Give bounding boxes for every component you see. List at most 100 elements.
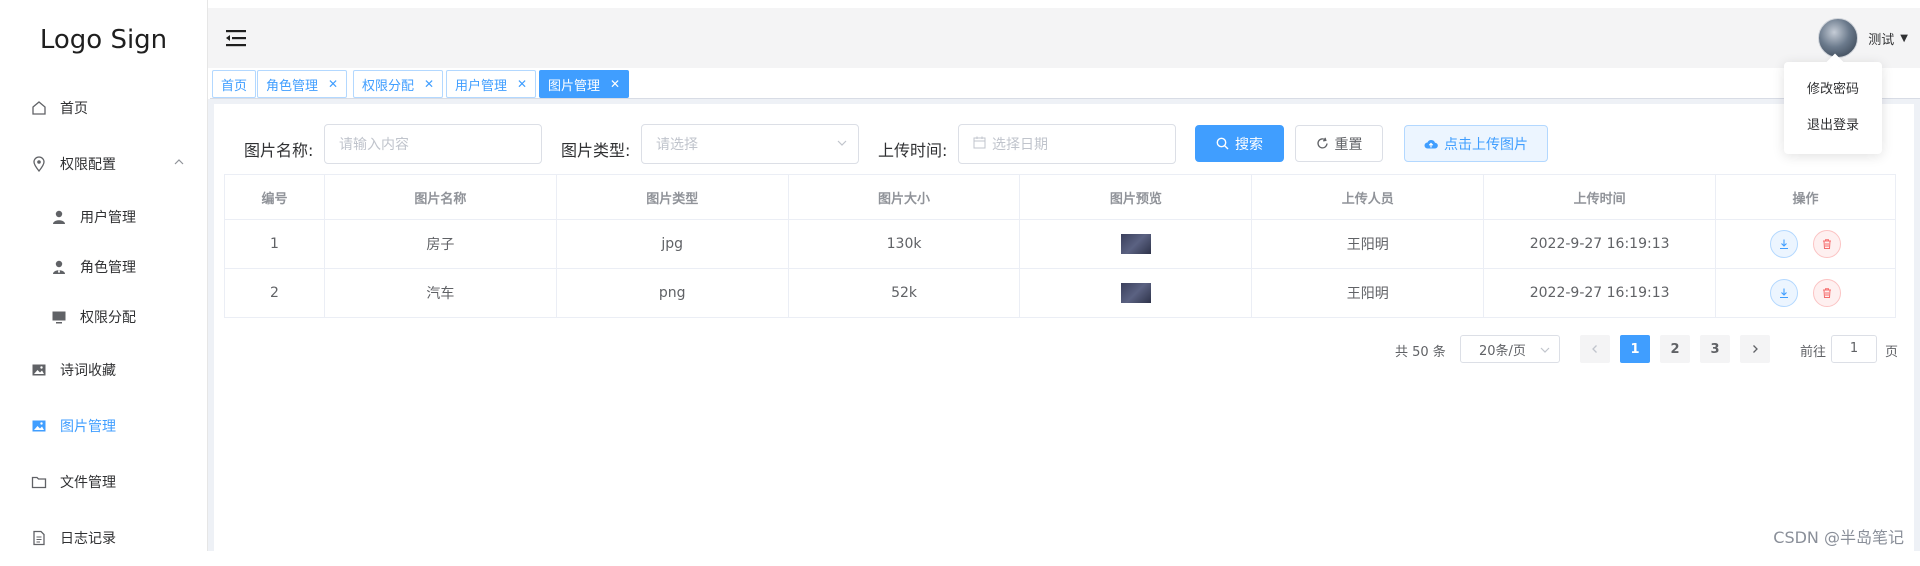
image-name-input[interactable]: 请输入内容 xyxy=(324,124,542,164)
tag-home[interactable]: 首页 xyxy=(212,70,257,98)
upload-time-label: 上传时间: xyxy=(878,141,948,160)
column-header: 图片类型 xyxy=(555,174,789,220)
sidebar-item-permission-config[interactable]: 权限配置 xyxy=(0,136,207,192)
table-row: 1 房子 jpg 130k 王阳明 2022-9-27 16:19:13 xyxy=(224,219,1896,269)
close-icon[interactable]: ✕ xyxy=(424,77,434,91)
cell-type: png xyxy=(555,268,789,318)
watermark: CSDN @半岛笔记 xyxy=(1773,528,1904,547)
date-picker[interactable]: 选择日期 xyxy=(958,124,1176,164)
user-menu[interactable]: 测试 ▼ xyxy=(1818,18,1908,58)
sidebar-item-logs[interactable]: 日志记录 xyxy=(0,510,207,566)
menu-toggle-icon[interactable] xyxy=(226,28,248,48)
tag-label: 图片管理 xyxy=(548,78,601,94)
logout-item[interactable]: 退出登录 xyxy=(1784,108,1882,144)
chevron-left-icon xyxy=(1592,345,1597,353)
trash-icon xyxy=(1822,288,1831,298)
image-type-select[interactable]: 请选择 xyxy=(641,124,859,164)
table-header-row: 编号 图片名称 图片类型 图片大小 图片预览 上传人员 上传时间 操作 xyxy=(224,174,1896,220)
page-button-2[interactable]: 2 xyxy=(1660,335,1690,363)
search-button[interactable]: 搜索 xyxy=(1195,125,1284,162)
search-icon xyxy=(1216,137,1229,150)
image-type-label: 图片类型: xyxy=(561,141,631,160)
top-header: 测试 ▼ xyxy=(208,8,1920,68)
column-header: 上传人员 xyxy=(1251,174,1485,220)
page-button-1[interactable]: 1 xyxy=(1620,335,1650,363)
column-header: 编号 xyxy=(224,174,325,220)
prev-page-button[interactable] xyxy=(1580,335,1610,363)
page-size-select[interactable]: 20条/页 xyxy=(1460,335,1560,363)
picture-icon xyxy=(30,417,48,435)
sidebar-item-images[interactable]: 图片管理 xyxy=(0,398,207,454)
reset-button[interactable]: 重置 xyxy=(1295,125,1383,162)
sidebar-item-poems[interactable]: 诗词收藏 xyxy=(0,342,207,398)
download-button[interactable] xyxy=(1770,279,1799,307)
download-icon xyxy=(1780,288,1789,299)
placeholder: 选择日期 xyxy=(992,137,1048,153)
close-icon[interactable]: ✕ xyxy=(517,77,527,91)
sidebar-item-roles[interactable]: 角色管理 xyxy=(0,242,207,292)
logo: Logo Sign xyxy=(39,25,168,55)
tag-permissions[interactable]: 权限分配 ✕ xyxy=(353,70,444,98)
cloud-upload-icon xyxy=(1424,138,1438,150)
upload-button-label: 点击上传图片 xyxy=(1444,136,1528,153)
page-size-value: 20条/页 xyxy=(1479,343,1526,359)
image-thumbnail[interactable] xyxy=(1120,234,1151,254)
cell-id: 2 xyxy=(224,268,325,318)
tag-users[interactable]: 用户管理 ✕ xyxy=(446,70,537,98)
goto-label: 前往 xyxy=(1800,345,1827,360)
location-icon xyxy=(30,155,48,173)
tag-label: 权限分配 xyxy=(362,78,415,94)
sidebar: Logo Sign 首页 权限配置 用户管理 角色管理 权限分配 诗词收藏 图片… xyxy=(0,0,208,551)
sidebar-item-users[interactable]: 用户管理 xyxy=(0,192,207,242)
table-row: 2 汽车 png 52k 王阳明 2022-9-27 16:19:13 xyxy=(224,268,1896,318)
delete-button[interactable] xyxy=(1812,230,1841,258)
cell-actions xyxy=(1715,268,1896,318)
document-icon xyxy=(30,529,48,547)
delete-button[interactable] xyxy=(1812,279,1841,307)
sidebar-item-label: 图片管理 xyxy=(60,419,116,435)
home-icon xyxy=(30,99,48,117)
avatar[interactable] xyxy=(1818,18,1859,58)
image-thumbnail[interactable] xyxy=(1120,283,1151,303)
tag-label: 首页 xyxy=(221,78,248,94)
cell-name: 汽车 xyxy=(323,268,557,318)
page-button-3[interactable]: 3 xyxy=(1700,335,1730,363)
sidebar-item-permissions[interactable]: 权限分配 xyxy=(0,292,207,342)
tag-roles[interactable]: 角色管理 ✕ xyxy=(257,70,348,98)
cell-preview xyxy=(1019,219,1253,269)
sidebar-item-home[interactable]: 首页 xyxy=(0,80,207,136)
role-icon xyxy=(50,258,68,276)
next-page-button[interactable] xyxy=(1740,335,1770,363)
pagination-total: 共 50 条 xyxy=(1395,345,1446,360)
tag-label: 角色管理 xyxy=(266,78,319,94)
monitor-icon xyxy=(50,308,68,326)
tag-images[interactable]: 图片管理 ✕ xyxy=(539,70,630,98)
upload-image-button[interactable]: 点击上传图片 xyxy=(1404,125,1548,162)
tags-bar: 首页 角色管理 ✕ 权限分配 ✕ 用户管理 ✕ 图片管理 ✕ xyxy=(210,68,1920,99)
sidebar-item-label: 文件管理 xyxy=(60,475,116,491)
close-icon[interactable]: ✕ xyxy=(328,77,338,91)
goto-page-input[interactable]: 1 xyxy=(1831,335,1877,363)
change-password-item[interactable]: 修改密码 xyxy=(1784,72,1882,108)
column-header: 图片大小 xyxy=(787,174,1021,220)
tag-label: 用户管理 xyxy=(455,78,508,94)
user-icon xyxy=(50,208,68,226)
trash-icon xyxy=(1822,239,1831,249)
search-button-label: 搜索 xyxy=(1235,136,1263,153)
image-icon xyxy=(30,361,48,379)
cell-time: 2022-9-27 16:19:13 xyxy=(1483,219,1717,269)
sidebar-item-files[interactable]: 文件管理 xyxy=(0,454,207,510)
sidebar-item-label: 首页 xyxy=(60,101,88,117)
chevron-down-icon xyxy=(1539,344,1551,360)
sidebar-item-label: 角色管理 xyxy=(80,260,136,276)
image-name-label: 图片名称: xyxy=(244,141,314,160)
cell-size: 130k xyxy=(787,219,1021,269)
download-button[interactable] xyxy=(1770,230,1799,258)
username: 测试 xyxy=(1868,32,1895,48)
sidebar-item-label: 日志记录 xyxy=(60,531,116,547)
page-suffix: 页 xyxy=(1885,345,1899,360)
calendar-icon xyxy=(973,136,986,153)
chevron-right-icon xyxy=(1753,345,1758,353)
cell-uploader: 王阳明 xyxy=(1251,268,1485,318)
close-icon[interactable]: ✕ xyxy=(610,77,620,91)
